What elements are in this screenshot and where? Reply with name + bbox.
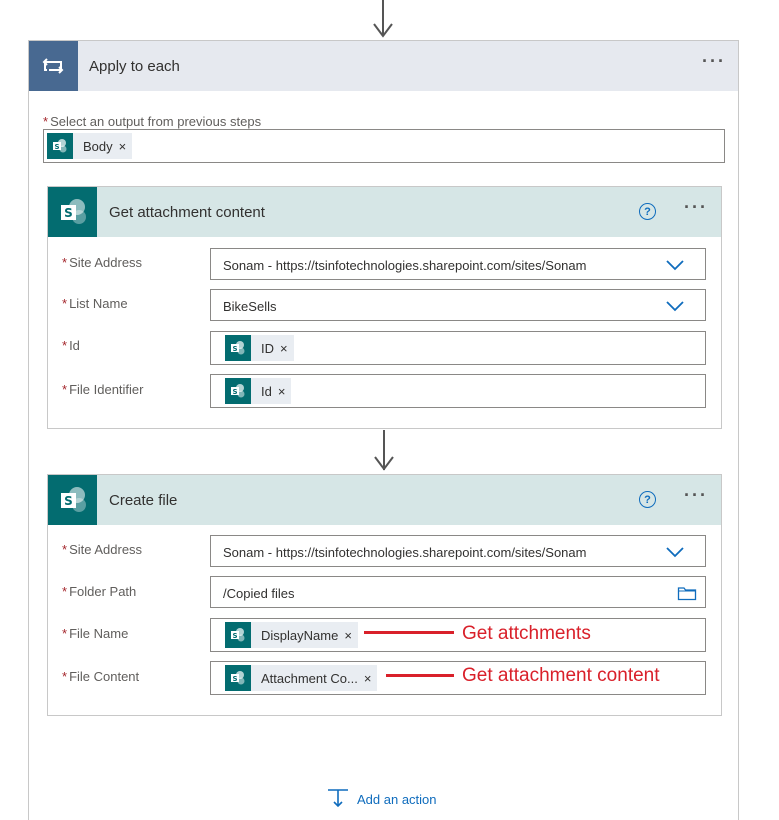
svg-text:S: S [232,345,237,353]
folder-path-label: * Folder Path [62,584,137,599]
file-name-label: * File Name [62,626,129,641]
apply-to-each-more-icon[interactable]: ··· [702,51,726,72]
display-name-token[interactable]: S DisplayName × [225,622,358,648]
create-file-header[interactable]: S Create file ? ··· [48,475,721,525]
body-token-remove[interactable]: × [119,139,133,154]
file-identifier-label: * File Identifier [62,382,144,397]
add-action-icon[interactable] [326,788,350,808]
svg-text:S: S [232,632,237,640]
middle-arrow-head-icon [374,456,394,471]
body-token[interactable]: S Body × [47,133,133,159]
folder-path-value: /Copied files [223,586,295,601]
sharepoint-icon: S [48,187,97,237]
id-token-label: ID [261,340,274,356]
file-name-field[interactable]: S DisplayName × [210,618,706,652]
help-icon[interactable]: ? [639,491,656,508]
get-attachment-content-title: Get attachment content [109,204,265,221]
file-name-annotation: Get attchments [462,623,591,644]
sharepoint-icon: S [225,378,251,404]
svg-text:S: S [64,494,73,508]
svg-text:S: S [232,388,237,396]
site-address-label: * Site Address [62,542,143,557]
list-name-value: BikeSells [223,299,277,314]
sharepoint-icon: S [225,335,251,361]
file-content-annotation: Get attachment content [462,665,660,686]
svg-text:S: S [232,675,237,683]
svg-text:S: S [64,206,73,220]
display-name-token-label: DisplayName [261,627,339,643]
select-output-label: * Select an output from previous steps [43,114,262,129]
site-address-label: * Site Address [62,255,143,270]
sharepoint-icon: S [225,665,251,691]
chevron-down-icon[interactable] [665,300,685,312]
svg-text:S: S [54,143,59,151]
select-output-field[interactable]: S Body × [43,129,725,163]
attachment-content-token-remove[interactable]: × [364,671,378,686]
file-identifier-token-remove[interactable]: × [278,384,292,399]
site-address-field[interactable]: Sonam - https://tsinfotechnologies.share… [210,248,706,280]
file-identifier-token-label: Id [261,383,272,399]
id-field[interactable]: S ID × [210,331,706,365]
id-token[interactable]: S ID × [225,335,294,361]
site-address-value: Sonam - https://tsinfotechnologies.share… [223,258,587,273]
file-identifier-field[interactable]: S Id × [210,374,706,408]
more-icon[interactable]: ··· [684,485,708,506]
folder-icon[interactable] [677,585,697,601]
top-arrow-head-icon [373,23,393,38]
help-icon[interactable]: ? [639,203,656,220]
file-name-annotation-line [364,631,454,634]
list-name-label: * List Name [62,296,128,311]
sharepoint-icon: S [225,622,251,648]
get-attachment-content-header[interactable]: S Get attachment content ? ··· [48,187,721,237]
file-content-annotation-line [386,674,454,677]
site-address-value: Sonam - https://tsinfotechnologies.share… [223,545,587,560]
list-name-field[interactable]: BikeSells [210,289,706,321]
sharepoint-icon: S [47,133,73,159]
required-marker: * [43,114,49,129]
apply-to-each-header[interactable]: Apply to each ··· [29,41,738,91]
display-name-token-remove[interactable]: × [344,628,358,643]
more-icon[interactable]: ··· [684,197,708,218]
attachment-content-token[interactable]: S Attachment Co... × [225,665,378,691]
apply-to-each-title: Apply to each [89,58,180,75]
apply-to-each-card: Apply to each ··· * Select an output from… [28,40,739,820]
file-identifier-token[interactable]: S Id × [225,378,292,404]
get-attachment-content-card: S Get attachment content ? ··· * Site Add… [47,186,722,429]
site-address-field[interactable]: Sonam - https://tsinfotechnologies.share… [210,535,706,567]
sharepoint-icon: S [48,475,97,525]
file-content-label: * File Content [62,669,140,684]
body-token-label: Body [83,138,113,154]
attachment-content-token-label: Attachment Co... [261,670,358,686]
id-label: * Id [62,338,80,353]
loop-icon [29,41,78,91]
chevron-down-icon[interactable] [665,259,685,271]
chevron-down-icon[interactable] [665,546,685,558]
create-file-title: Create file [109,492,178,509]
id-token-remove[interactable]: × [280,341,294,356]
folder-path-field[interactable]: /Copied files [210,576,706,608]
